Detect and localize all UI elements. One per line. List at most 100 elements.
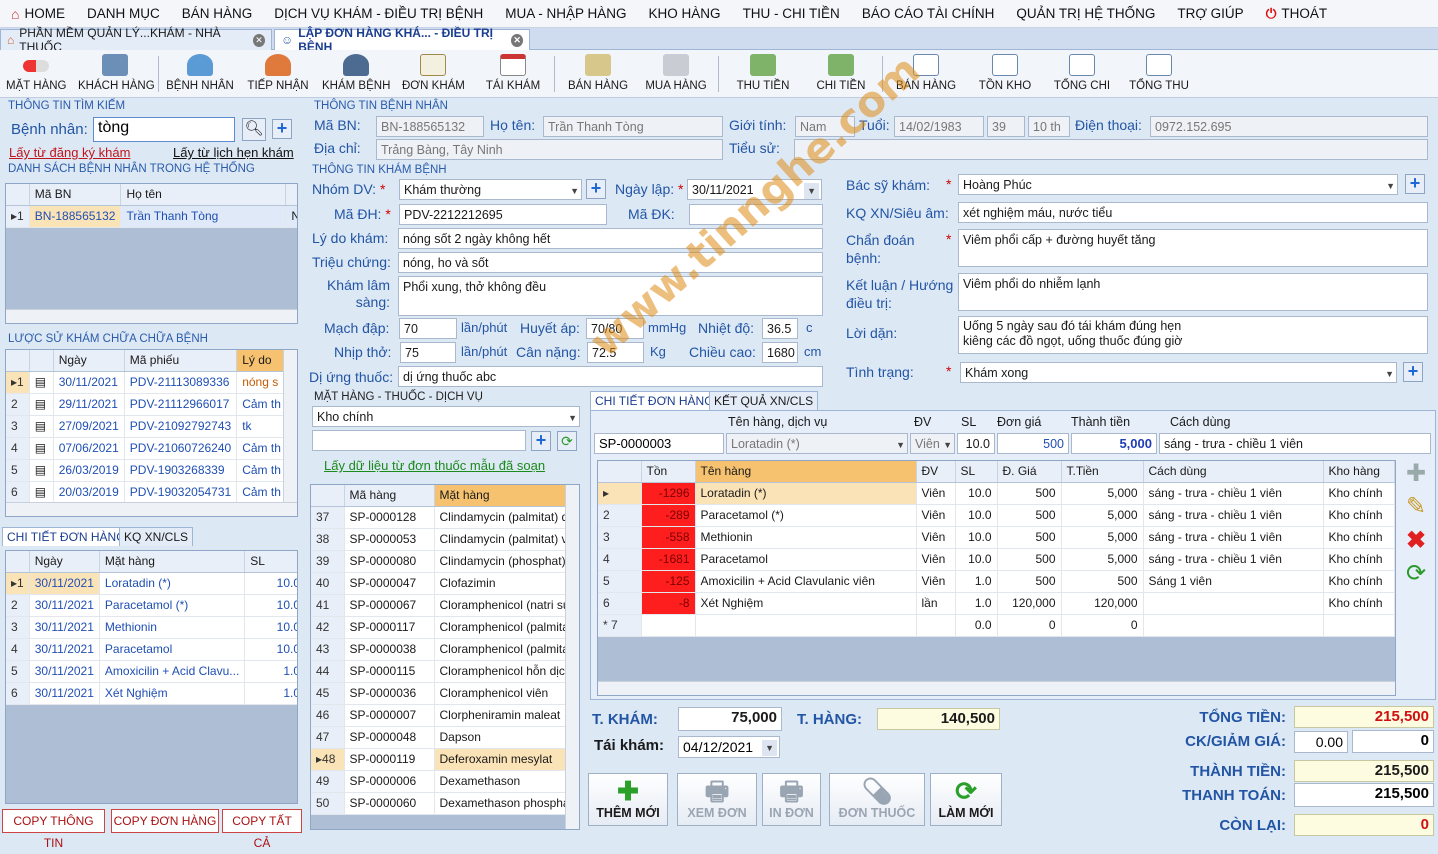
table-row[interactable]: 5 -125 Amoxicilin + Acid Clavulanic viên Vi… <box>598 570 1395 593</box>
copy-all-button[interactable]: COPY TẤT CẢ <box>222 809 302 850</box>
menu-danh-muc[interactable]: DANH MỤC <box>76 6 171 21</box>
prescription-button[interactable]: 💊︎ ĐƠN THUỐC <box>829 773 925 826</box>
table-row[interactable]: 47 SP-0000048 Dapson <box>311 726 567 749</box>
conclusion-field[interactable]: Viêm phổi do nhiễm lạnh <box>958 273 1428 311</box>
temperature-field[interactable]: 36.5 <box>762 318 798 339</box>
refresh-button[interactable]: ⟳ LÀM MỚI <box>930 773 1002 826</box>
refresh-icon[interactable]: ⟳ <box>1401 560 1431 590</box>
vertical-scrollbar[interactable] <box>283 350 297 502</box>
vertical-scrollbar[interactable] <box>565 485 579 829</box>
add-status-button[interactable]: + <box>1403 362 1423 382</box>
table-row[interactable]: ▸48 SP-0000119 Deferoxamin mesylat <box>311 748 567 771</box>
order-date-picker[interactable]: 30/11/2021 ▼ <box>687 179 822 200</box>
table-row[interactable]: 42SP-0000117Cloramphenicol (palmitat) h <box>311 616 567 639</box>
toolbar-tai-kham[interactable]: TÁI KHÁM <box>484 52 542 92</box>
table-row[interactable]: 3 ▤ 27/09/2021 PDV-21092792743 tk <box>6 415 297 438</box>
table-row[interactable]: 45 SP-0000036 Cloramphenicol viên <box>311 682 567 705</box>
discount-percent-field[interactable]: 0.00 <box>1294 731 1348 753</box>
diagnosis-field[interactable]: Viêm phổi cấp + đường huyết tăng <box>958 229 1428 267</box>
table-row[interactable]: 2 30/11/2021 Paracetamol (*) 10.0 <box>6 594 297 617</box>
table-row[interactable]: ▸1 30/11/2021 Loratadin (*) 10.0 <box>6 572 297 595</box>
add-patient-button[interactable]: + <box>272 119 292 139</box>
col-ho-ten[interactable]: Họ tên <box>120 184 287 206</box>
table-row[interactable]: 37SP-0000128Clindamycin (palmitat) dung <box>311 506 567 529</box>
menu-quan-tri[interactable]: QUẢN TRỊ HỆ THỐNG <box>1005 6 1166 21</box>
copy-info-button[interactable]: COPY THÔNG TIN <box>2 809 105 850</box>
toolbar-tong-thu[interactable]: TỔNG THU <box>1128 52 1190 92</box>
discount-amount-field[interactable]: 0 <box>1352 730 1434 753</box>
tab-lab-results[interactable]: KẾT QUẢ XN/CLS <box>709 391 819 410</box>
print-order-button[interactable]: 🖶︎ IN ĐƠN <box>762 773 821 826</box>
table-row[interactable]: 44 SP-0000115 Cloramphenicol hỗn dịch <box>311 660 567 683</box>
item-qty-field[interactable]: 10.0 <box>957 433 995 454</box>
weight-field[interactable]: 72.5 <box>587 342 644 363</box>
edit-pencil-icon[interactable]: ✎ <box>1401 493 1431 523</box>
revisit-date-picker[interactable]: 04/12/2021 ▼ <box>678 736 780 758</box>
blood-pressure-field[interactable]: 70/80 <box>586 318 644 339</box>
add-goods-button[interactable]: + <box>531 431 551 451</box>
menu-home[interactable]: ⌂ HOME <box>0 6 76 22</box>
horizontal-scrollbar[interactable] <box>6 502 297 516</box>
toolbar-don-kham[interactable]: ĐƠN KHÁM <box>402 52 465 92</box>
refresh-icon[interactable]: ⟳ <box>557 431 577 451</box>
table-row[interactable]: 38SP-0000053Clindamycin (palmitat) viên <box>311 528 567 551</box>
tab-order-detail[interactable]: CHI TIẾT ĐƠN HÀNG <box>590 391 719 410</box>
menu-kho-hang[interactable]: KHO HÀNG <box>638 6 732 21</box>
toolbar-benh-nhan[interactable]: BỆNH NHÂN <box>166 52 234 92</box>
table-row[interactable]: 2 -289 Paracetamol (*) Viên 10.0 500 5,000 sáng… <box>598 504 1395 527</box>
order-code-field[interactable]: PDV-2212212695 <box>399 204 607 225</box>
table-row[interactable]: 4 30/11/2021 Paracetamol 10.0 <box>6 638 297 661</box>
menu-tro-giup[interactable]: TRỢ GIÚP <box>1166 6 1254 21</box>
delete-icon[interactable]: ✖ <box>1401 527 1431 557</box>
table-row[interactable]: 40 SP-0000047 Clofazimin <box>311 572 567 595</box>
table-row[interactable]: 43SP-0000038Cloramphenicol (palmitat) v <box>311 638 567 661</box>
menu-ban-hang[interactable]: BÁN HÀNG <box>171 6 264 21</box>
drug-allergy-field[interactable]: dị ứng thuốc abc <box>398 366 823 387</box>
table-row[interactable]: 3 -558 Methionin Viên 10.0 500 5,000 sáng - trư… <box>598 526 1395 549</box>
advice-field[interactable]: Uống 5 ngày sau đó tái khám đúng hẹn kiên… <box>958 316 1428 354</box>
table-row[interactable]: 41SP-0000067Cloramphenicol (natri succi <box>311 594 567 617</box>
tab-left-order-detail[interactable]: CHI TIẾT ĐƠN HÀNG <box>2 527 131 546</box>
patient-search-input[interactable]: tòng <box>93 117 235 142</box>
lab-result-field[interactable]: xét nghiệm máu, nước tiểu <box>958 202 1428 223</box>
get-from-appointment-link[interactable]: Lấy từ lịch hẹn khám <box>173 145 294 160</box>
menu-thu-chi-tien[interactable]: THU - CHI TIỀN <box>732 6 851 21</box>
toolbar-tong-chi[interactable]: TỔNG CHI <box>1052 52 1112 92</box>
horizontal-scrollbar[interactable] <box>598 681 1395 695</box>
table-row[interactable]: 530/11/2021Amoxicilin + Acid Clavu...1.0 <box>6 660 297 683</box>
payment-field[interactable]: 215,500 <box>1294 783 1434 807</box>
toolbar-tiep-nhan[interactable]: TIẾP NHẬN <box>246 52 310 92</box>
symptoms-field[interactable]: nóng, ho và sốt <box>398 252 823 273</box>
table-row[interactable]: * 7 0.0 0 0 <box>598 614 1395 637</box>
pulse-field[interactable]: 70 <box>399 318 457 339</box>
toolbar-thu-tien[interactable]: THU TIỀN <box>734 52 792 92</box>
tab-order[interactable]: ☺ LẬP ĐƠN HÀNG KHÁ... - ĐIỀU TRỊ BỆNH ✕ <box>274 26 530 54</box>
close-icon[interactable]: ✕ <box>511 33 523 47</box>
item-price-field[interactable]: 500 <box>997 433 1069 454</box>
toolbar-ton-kho[interactable]: TỒN KHO <box>976 52 1034 92</box>
reason-field[interactable]: nóng sốt 2 ngày không hết <box>398 228 823 249</box>
clinical-exam-field[interactable]: Phổi xung, thở không đều <box>398 276 823 316</box>
height-field[interactable]: 1680 <box>762 342 798 363</box>
table-row[interactable]: 39 SP-0000080 Clindamycin (phosphat) <box>311 550 567 573</box>
toolbar-ban-hang[interactable]: BÁN HÀNG <box>566 52 630 92</box>
table-row[interactable]: 4 -1681 Paracetamol Viên 10.0 500 5,000 sáng - … <box>598 548 1395 571</box>
toolbar-khach-hang[interactable]: KHÁCH HÀNG <box>78 52 155 92</box>
item-unit-select[interactable]: Viên ▼ <box>910 433 955 454</box>
add-service-group-button[interactable]: + <box>586 179 606 199</box>
goods-search-input[interactable] <box>312 430 526 451</box>
warehouse-select[interactable]: Kho chính ▼ <box>312 406 580 427</box>
item-usage-field[interactable]: sáng - trưa - chiều 1 viên <box>1159 433 1431 454</box>
col-ma-bn[interactable]: Mã BN <box>29 184 122 206</box>
search-icon[interactable]: 🔍︎ <box>242 118 266 141</box>
item-code-field[interactable]: SP-0000003 <box>594 433 724 454</box>
add-doctor-button[interactable]: + <box>1405 174 1425 194</box>
tab-left-lab-results[interactable]: KQ XN/CLS <box>119 527 194 546</box>
table-row[interactable]: 50 SP-0000060 Dexamethason phosphat ( <box>311 792 567 815</box>
close-icon[interactable]: ✕ <box>252 33 265 47</box>
table-row[interactable]: ▸1BN-188565132Trần Thanh TòngN <box>6 205 297 228</box>
service-group-select[interactable]: Khám thường ▼ <box>399 179 582 200</box>
add-row-icon[interactable]: ✚ <box>1401 460 1431 490</box>
get-from-registration-link[interactable]: Lấy từ đăng ký khám <box>9 145 130 160</box>
add-new-button[interactable]: ✚ THÊM MỚI <box>588 773 668 826</box>
